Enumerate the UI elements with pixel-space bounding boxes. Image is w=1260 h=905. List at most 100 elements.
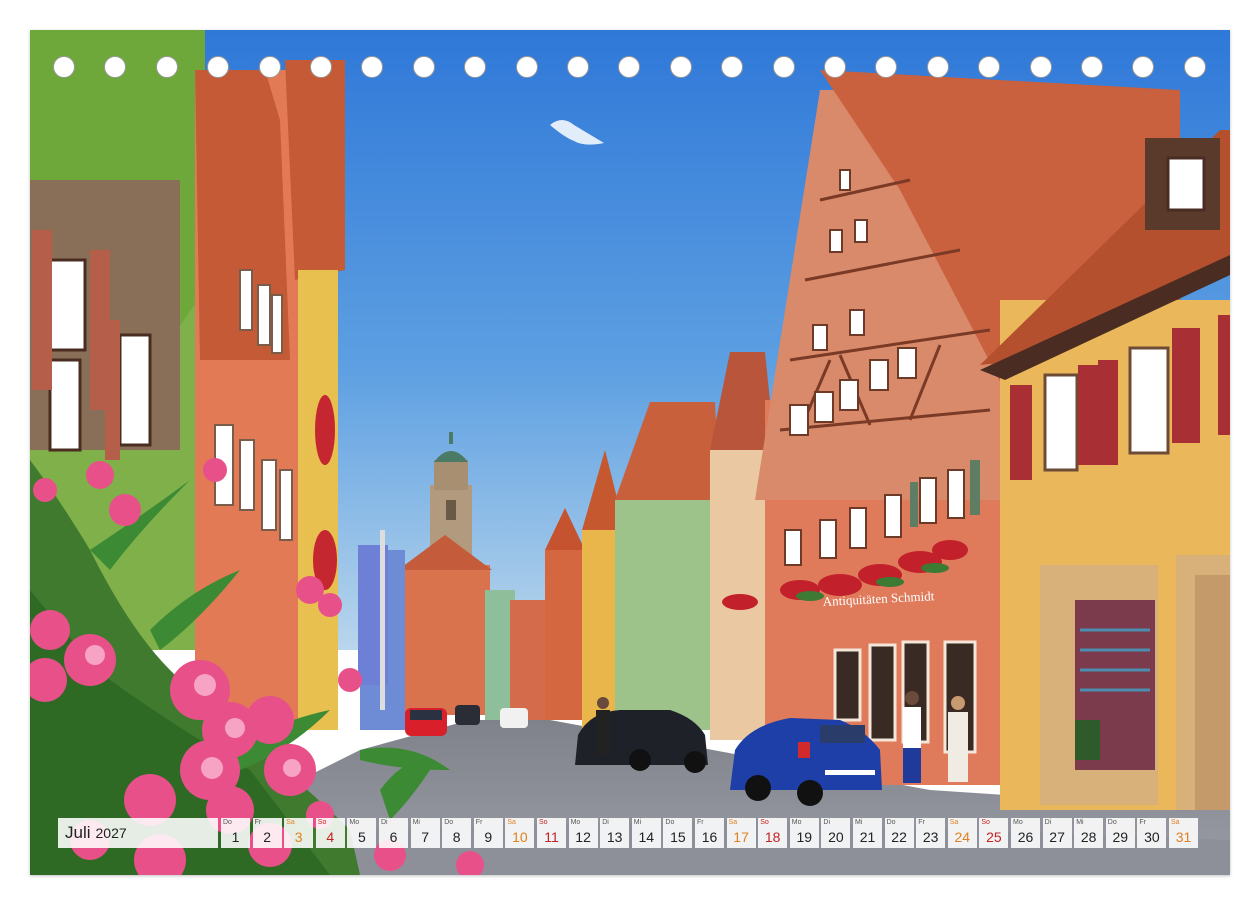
weekday-label: Fr [697, 819, 704, 826]
weekday-label: Do [444, 819, 454, 826]
day-cell: Fr 30 [1137, 818, 1167, 848]
binding-hole [53, 56, 75, 78]
binding-hole [310, 56, 332, 78]
weekday-label: Do [886, 819, 896, 826]
day-cell: Do 8 [442, 818, 472, 848]
day-cell: Sa 17 [726, 818, 756, 848]
day-number: 25 [986, 829, 1002, 845]
day-number: 18 [764, 829, 781, 845]
binding-hole [258, 56, 281, 78]
binding-hole [412, 56, 435, 78]
day-number: 30 [1144, 829, 1160, 845]
weekday-label: So [539, 819, 548, 826]
binding-hole [1029, 56, 1052, 78]
weekday-label: Sa [728, 819, 738, 826]
day-number: 8 [452, 829, 461, 845]
weekday-label: So [317, 819, 327, 826]
weekday-label: Do [223, 819, 232, 826]
day-cell: Mi 28 [1074, 818, 1104, 848]
day-number: 29 [1112, 829, 1129, 845]
day-cell: Do 29 [1105, 818, 1135, 848]
day-cell: Do 22 [884, 818, 914, 848]
day-cell: Mi 14 [631, 818, 661, 848]
binding-hole [567, 56, 589, 78]
binding-hole [926, 56, 949, 78]
day-number: 9 [484, 829, 493, 845]
weekday-label: Sa [1171, 819, 1180, 826]
weekday-label: Sa [286, 819, 295, 826]
day-number: 3 [294, 829, 303, 845]
day-number: 15 [670, 829, 686, 845]
weekday-label: Do [665, 819, 675, 826]
day-cell: Fr 9 [473, 818, 503, 848]
day-number: 12 [575, 829, 591, 845]
day-number: 28 [1080, 829, 1097, 845]
binding-hole [515, 56, 538, 78]
day-number: 7 [421, 829, 429, 845]
day-cell: Di 6 [379, 818, 408, 848]
binding-hole [1183, 56, 1206, 78]
weekday-label: Fr [1139, 819, 1146, 826]
weekday-label: Sa [949, 819, 959, 826]
day-cell: Sa 31 [1169, 818, 1198, 848]
day-number: 26 [1017, 829, 1034, 845]
day-cell: So 4 [315, 818, 345, 848]
day-cell: Sa 3 [284, 818, 314, 848]
binding-hole [824, 56, 846, 78]
day-cell: Di 27 [1042, 818, 1072, 848]
weekday-label: Di [1044, 819, 1052, 826]
day-cell: So 18 [758, 818, 788, 848]
day-number: 17 [733, 829, 749, 845]
weekday-label: So [981, 819, 990, 826]
day-cell: Mo 12 [568, 818, 598, 848]
binding-hole [721, 56, 744, 78]
weekday-label: Fr [918, 819, 925, 826]
day-number: 16 [701, 829, 718, 845]
weekday-label: Mi [855, 819, 863, 826]
day-number: 4 [326, 829, 335, 845]
weekday-label: Mo [1013, 819, 1023, 826]
weekday-label: Do [1107, 819, 1117, 826]
day-number: 2 [263, 829, 271, 845]
day-cell: Mo 19 [789, 818, 819, 848]
weekday-label: Fr [254, 819, 262, 826]
day-number: 31 [1175, 829, 1192, 845]
binding-hole [875, 56, 898, 78]
day-number: 23 [922, 829, 939, 845]
day-number: 1 [231, 829, 240, 845]
day-cell: So 11 [537, 818, 566, 848]
day-number: 11 [544, 829, 559, 845]
month-label: Juli 2027 [58, 818, 218, 848]
weekday-label: Mo [349, 819, 360, 826]
weekday-label: Mo [791, 819, 802, 826]
street-photo: Antiquitäten Schmidt [30, 30, 1230, 875]
day-number: 20 [828, 829, 844, 845]
day-cell: Sa 10 [505, 818, 535, 848]
weekday-label: Mi [1076, 819, 1084, 826]
day-cell: Mi 21 [853, 818, 882, 848]
calendar-strip: Juli 2027 Do 1 Fr 2 Sa 3 So 4 Mo 5 Di 6 Mi 7 Do 8 Fr 9 Sa 1… [58, 818, 1202, 848]
day-cell: Di 13 [600, 818, 630, 848]
day-cell: Mo 5 [347, 818, 377, 848]
day-number: 21 [859, 829, 876, 845]
day-number: 22 [891, 829, 907, 845]
weekday-label: Di [602, 819, 609, 826]
binding-hole [618, 56, 641, 78]
day-number: 13 [606, 829, 623, 845]
day-number: 6 [389, 829, 398, 845]
binding-hole [207, 56, 230, 78]
calendar-page: Antiquitäten Schmidt Juli 2027 Do 1 Fr 2… [30, 30, 1230, 875]
day-cell: So 25 [979, 818, 1009, 848]
binding-hole [1081, 56, 1103, 78]
day-cell: Fr 2 [252, 818, 282, 848]
binding-hole [978, 56, 1001, 78]
weekday-label: Mi [412, 819, 420, 826]
binding-hole [104, 56, 127, 78]
day-cell: Sa 24 [947, 818, 977, 848]
binding-hole [1132, 56, 1155, 78]
day-cell: Fr 23 [916, 818, 946, 848]
day-number: 14 [638, 829, 655, 845]
weekday-label: Mo [570, 819, 581, 826]
day-cell: Mo 26 [1011, 818, 1040, 848]
weekday-label: Di [823, 819, 831, 826]
